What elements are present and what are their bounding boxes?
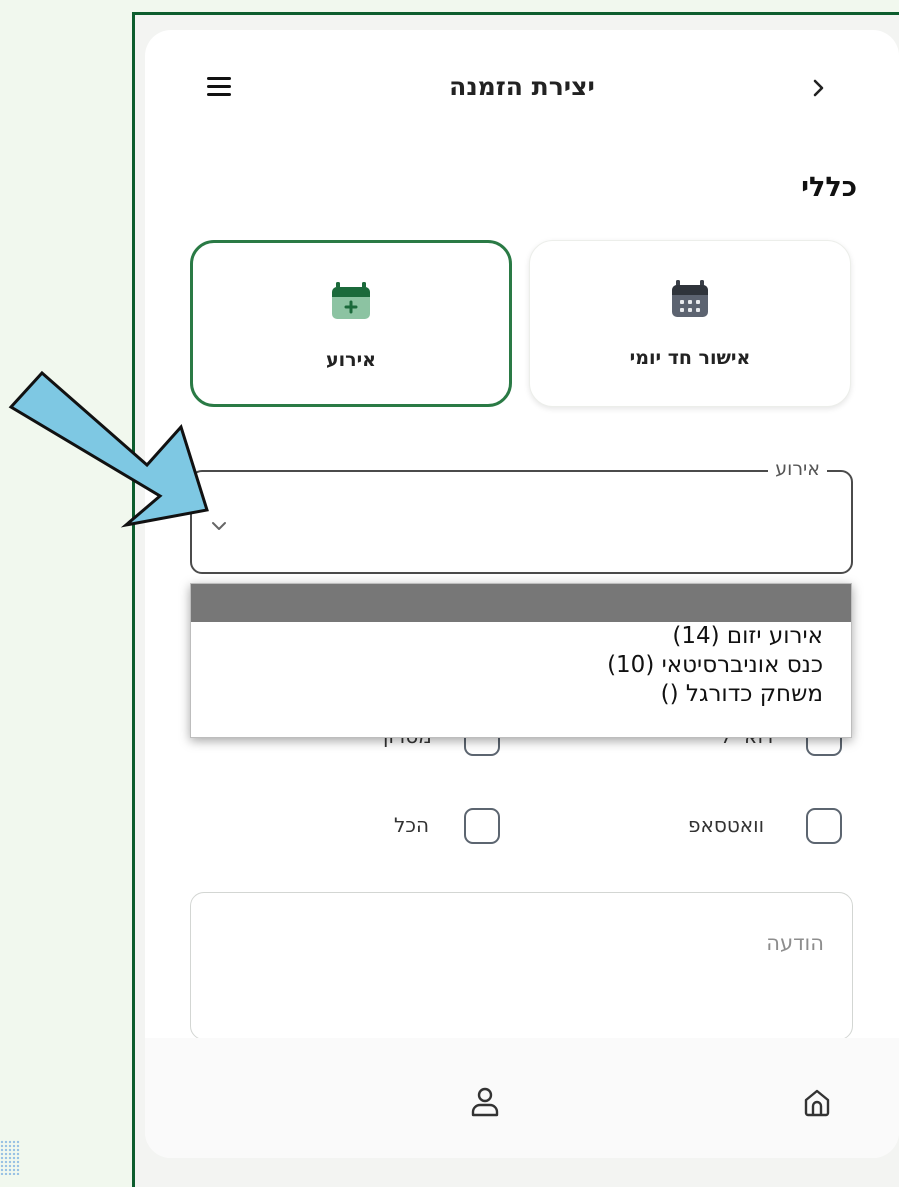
event-select[interactable]: אירוע: [190, 458, 853, 574]
hamburger-menu-icon[interactable]: [197, 68, 241, 108]
calendar-plus-icon: [330, 279, 372, 321]
header-bar: יצירת הזמנה: [145, 30, 899, 145]
all-checkbox-label: הכל: [394, 813, 430, 837]
dropdown-option[interactable]: משחק כדורגל (): [191, 680, 851, 709]
dropdown-option[interactable]: אירוע יזום (14): [191, 622, 851, 651]
chevron-down-icon: [209, 518, 229, 532]
calendar-icon: [669, 277, 711, 319]
decorative-dots: [0, 1140, 20, 1175]
dropdown-option[interactable]: כנס אוניברסיטאי (10): [191, 651, 851, 680]
message-field: [190, 892, 853, 1040]
bottom-navigation: [145, 1038, 899, 1158]
event-type-card[interactable]: אירוע: [190, 240, 512, 407]
chevron-right-icon[interactable]: [801, 70, 837, 106]
page-title: יצירת הזמנה: [449, 72, 595, 101]
event-type-label: אירוע: [325, 349, 377, 371]
event-select-label: אירוע: [768, 458, 827, 480]
event-dropdown-list: אירוע יזום (14) כנס אוניברסיטאי (10) משח…: [190, 583, 852, 738]
all-checkbox[interactable]: [464, 808, 500, 844]
daily-approval-label: אישור חד יומי: [629, 347, 751, 369]
whatsapp-checkbox-label: וואטסאפ: [688, 813, 765, 837]
dropdown-option-empty[interactable]: [191, 584, 851, 622]
home-icon[interactable]: [797, 1082, 837, 1122]
message-input[interactable]: [191, 893, 852, 1039]
whatsapp-checkbox[interactable]: [806, 808, 842, 844]
section-title: כללי: [801, 172, 857, 203]
user-icon[interactable]: [465, 1082, 505, 1122]
daily-approval-card[interactable]: אישור חד יומי: [529, 240, 851, 407]
